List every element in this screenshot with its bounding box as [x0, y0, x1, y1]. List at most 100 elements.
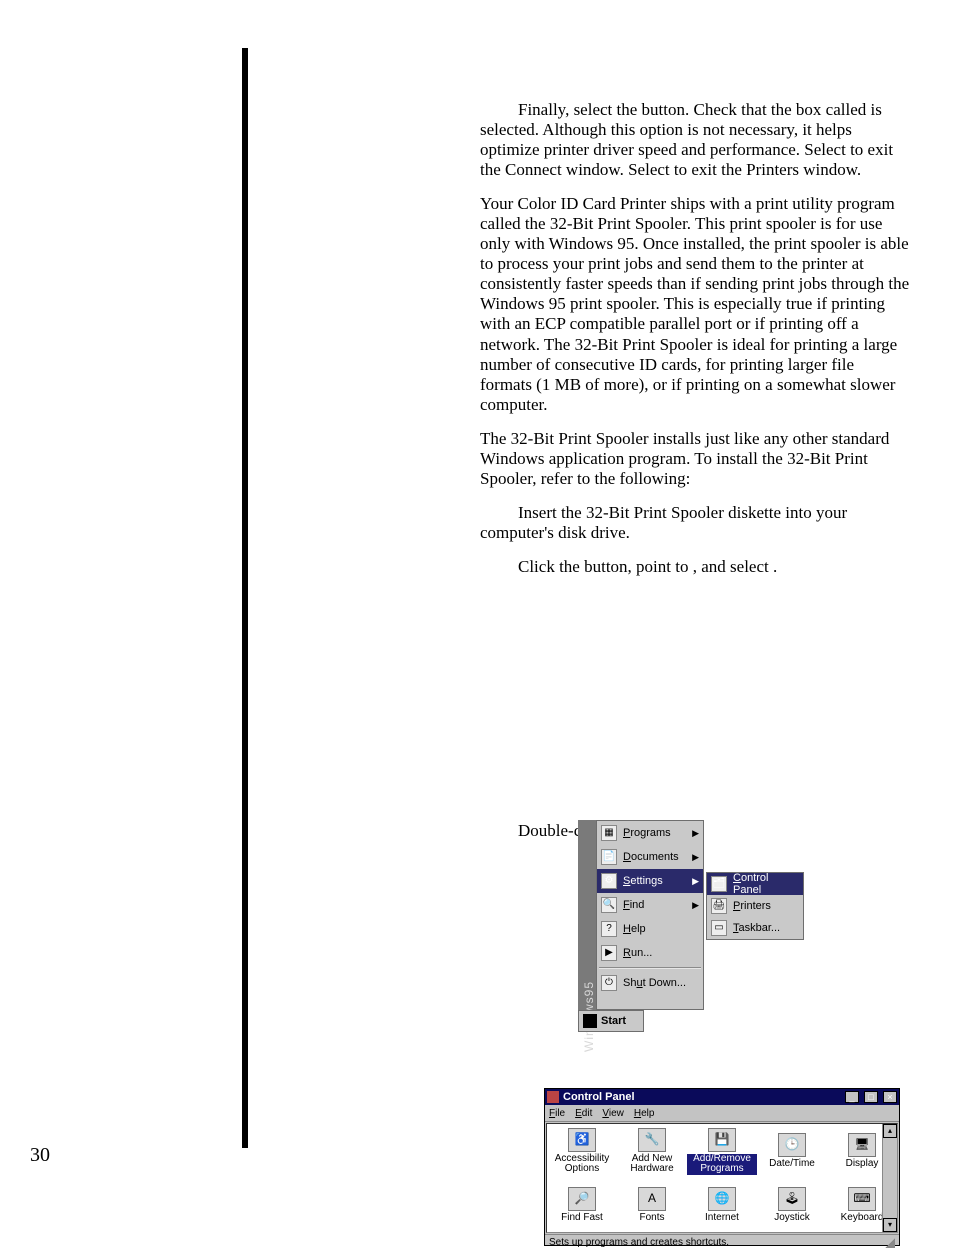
icon-add-hardware[interactable]: 🔧 Add New Hardware — [617, 1124, 687, 1178]
menu-file[interactable]: File — [549, 1108, 565, 1119]
submenu-taskbar[interactable]: ▭ Taskbar... — [707, 917, 803, 939]
settings-submenu: 🗂 Control Panel 🖨 Printers ▭ Taskbar... — [706, 872, 804, 940]
scrollbar[interactable]: ▴ ▾ — [882, 1124, 897, 1232]
icon-find-fast[interactable]: 🔎 Find Fast — [547, 1178, 617, 1232]
status-text: Sets up programs and creates shortcuts. — [549, 1237, 729, 1248]
label: Display — [846, 1159, 879, 1170]
menu-item-settings[interactable]: ⚙ Settings ▶ — [597, 869, 703, 893]
menu-view[interactable]: View — [602, 1108, 624, 1119]
internet-icon: 🌐 — [708, 1187, 736, 1211]
para-2: Your Color ID Card Printer ships with a … — [480, 194, 910, 415]
submenu-control-panel[interactable]: 🗂 Control Panel — [707, 873, 803, 895]
scroll-up-button[interactable]: ▴ — [883, 1124, 897, 1138]
label: Internet — [705, 1213, 739, 1224]
label: Date/Time — [769, 1159, 815, 1170]
arrow-icon: ▶ — [692, 876, 699, 887]
taskbar-icon: ▭ — [711, 920, 727, 936]
label: Documents — [623, 851, 686, 863]
control-panel-window: Control Panel _ □ × File Edit View Help … — [544, 1088, 900, 1246]
printers-icon: 🖨 — [711, 898, 727, 914]
add-hardware-icon: 🔧 — [638, 1128, 666, 1152]
menu-edit[interactable]: Edit — [575, 1108, 592, 1119]
start-menu-band: Windows95 — [578, 820, 596, 1010]
menu-item-programs[interactable]: ▦ Programs ▶ — [597, 821, 703, 845]
label: Add New Hardware — [617, 1154, 687, 1175]
icon-joystick[interactable]: 🕹 Joystick — [757, 1178, 827, 1232]
page-number: 30 — [30, 1144, 50, 1167]
start-menu-figure: Windows95 ▦ Programs ▶ 📄 Documents ▶ ⚙ S… — [578, 820, 813, 1034]
icon-internet[interactable]: 🌐 Internet — [687, 1178, 757, 1232]
separator — [599, 967, 701, 969]
t: Finally, select the — [518, 100, 642, 119]
shutdown-icon: ⏻ — [601, 975, 617, 991]
para-5: Click the button, point to , and select … — [480, 557, 910, 577]
arrow-icon: ▶ — [692, 852, 699, 863]
menubar: File Edit View Help — [545, 1105, 899, 1122]
control-panel-icon — [547, 1091, 559, 1103]
documents-icon: 📄 — [601, 849, 617, 865]
scroll-down-button[interactable]: ▾ — [883, 1218, 897, 1232]
find-fast-icon: 🔎 — [568, 1187, 596, 1211]
t: button, point to — [584, 557, 693, 576]
settings-icon: ⚙ — [601, 873, 617, 889]
label: Add/Remove Programs — [687, 1154, 757, 1175]
run-icon: ▶ — [601, 945, 617, 961]
start-button[interactable]: Start — [578, 1010, 644, 1032]
status-bar: Sets up programs and creates shortcuts. — [545, 1234, 899, 1249]
para-4: Insert the 32-Bit Print Spooler diskette… — [480, 503, 910, 543]
display-icon: 🖥 — [848, 1133, 876, 1157]
icon-area: ♿ Accessibility Options 🔧 Add New Hardwa… — [546, 1123, 898, 1233]
menu-item-run[interactable]: ▶ Run... — [597, 941, 703, 965]
label: Joystick — [774, 1213, 810, 1224]
start-label: Start — [601, 1015, 626, 1027]
control-panel-icon: 🗂 — [711, 876, 727, 892]
resize-grip[interactable] — [883, 1236, 895, 1248]
help-icon: ? — [601, 921, 617, 937]
accessibility-icon: ♿ — [568, 1128, 596, 1152]
icon-add-remove-programs[interactable]: 💾 Add/Remove Programs — [687, 1124, 757, 1178]
start-menu-body: ▦ Programs ▶ 📄 Documents ▶ ⚙ Settings ▶ … — [596, 820, 704, 1010]
menu-help[interactable]: Help — [634, 1108, 655, 1119]
icon-fonts[interactable]: A Fonts — [617, 1178, 687, 1232]
label: Find — [623, 899, 686, 911]
submenu-printers[interactable]: 🖨 Printers — [707, 895, 803, 917]
minimize-button[interactable]: _ — [845, 1091, 859, 1103]
t: to exit the Printers window. — [674, 160, 861, 179]
body-text: Finally, select the button. Check that t… — [480, 100, 910, 855]
titlebar[interactable]: Control Panel _ □ × — [545, 1089, 899, 1105]
programs-icon: ▦ — [601, 825, 617, 841]
label: Taskbar... — [733, 922, 799, 934]
icon-accessibility[interactable]: ♿ Accessibility Options — [547, 1124, 617, 1178]
label: Shut Down... — [623, 977, 699, 989]
maximize-button[interactable]: □ — [864, 1091, 878, 1103]
label: Find Fast — [561, 1213, 603, 1224]
icon-row: 🔎 Find Fast A Fonts 🌐 Internet 🕹 Joystic… — [547, 1178, 897, 1232]
date-time-icon: 🕒 — [778, 1133, 806, 1157]
windows-icon — [583, 1014, 597, 1028]
joystick-icon: 🕹 — [778, 1187, 806, 1211]
menu-item-documents[interactable]: 📄 Documents ▶ — [597, 845, 703, 869]
arrow-icon: ▶ — [692, 900, 699, 911]
label: Keyboard — [841, 1213, 884, 1224]
t: Click the — [518, 557, 584, 576]
menu-item-shutdown[interactable]: ⏻ Shut Down... — [597, 971, 703, 995]
para-1: Finally, select the button. Check that t… — [480, 100, 910, 180]
arrow-icon: ▶ — [692, 828, 699, 839]
t: , and select — [693, 557, 773, 576]
para-3: The 32-Bit Print Spooler installs just l… — [480, 429, 910, 489]
label: Run... — [623, 947, 699, 959]
label: Programs — [623, 827, 686, 839]
label: Printers — [733, 900, 799, 912]
icon-date-time[interactable]: 🕒 Date/Time — [757, 1124, 827, 1178]
window-title: Control Panel — [563, 1091, 840, 1103]
label: Help — [623, 923, 699, 935]
t: button. Check that the box called — [642, 100, 871, 119]
label: Fonts — [639, 1213, 664, 1224]
menu-item-find[interactable]: 🔍 Find ▶ — [597, 893, 703, 917]
find-icon: 🔍 — [601, 897, 617, 913]
label: Control Panel — [733, 872, 799, 896]
close-button[interactable]: × — [883, 1091, 897, 1103]
menu-item-help[interactable]: ? Help — [597, 917, 703, 941]
add-remove-icon: 💾 — [708, 1128, 736, 1152]
label: Accessibility Options — [547, 1154, 617, 1175]
